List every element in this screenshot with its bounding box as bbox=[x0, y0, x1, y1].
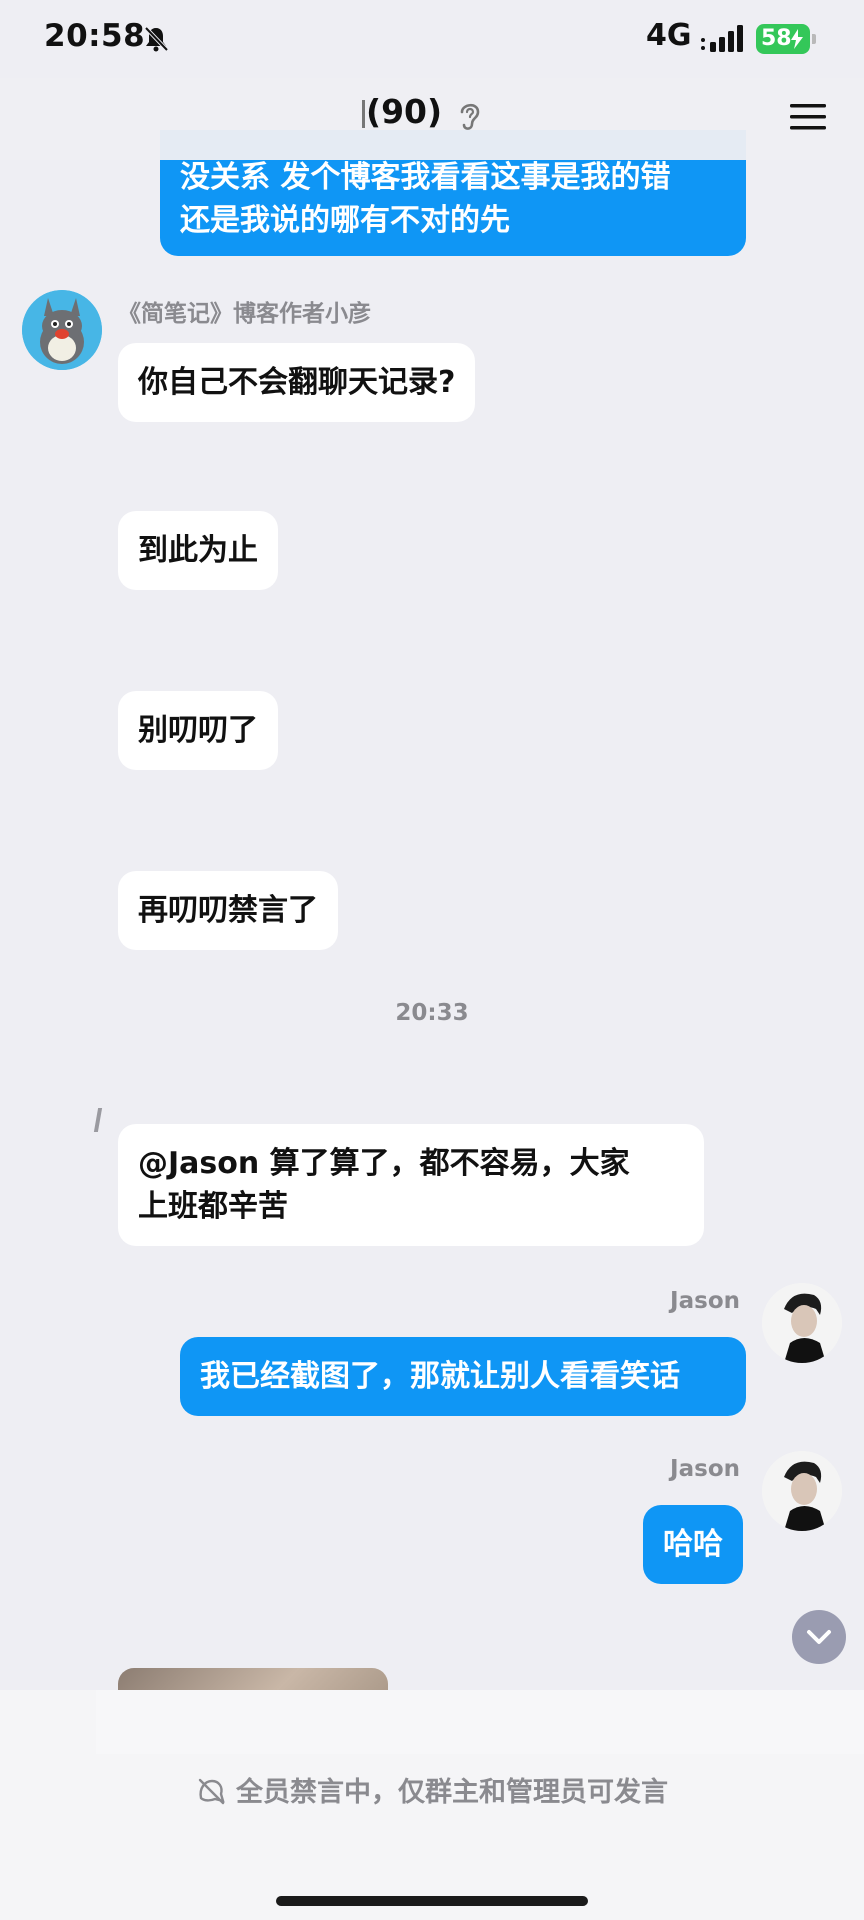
message-list[interactable]: 没关系 发个博客我看看这事是我的错 还是我说的哪有不对的先 《简笔记》博客作者小… bbox=[0, 0, 864, 1920]
title-edge bbox=[362, 100, 365, 128]
message-text: 你自己不会翻聊天记录? bbox=[138, 365, 456, 400]
charging-bolt-icon bbox=[791, 29, 803, 49]
scroll-to-bottom-button[interactable] bbox=[792, 1610, 846, 1664]
avatar[interactable] bbox=[22, 290, 102, 370]
message-text-line: 上班都辛苦 bbox=[138, 1189, 288, 1224]
hamburger-menu-icon[interactable] bbox=[788, 100, 828, 134]
chat-title[interactable]: (90) bbox=[366, 92, 442, 131]
message-text: 我已经截图了，那就让别人看看笑话 bbox=[200, 1359, 680, 1394]
avatar[interactable] bbox=[762, 1451, 842, 1531]
message-text: 哈哈 bbox=[663, 1527, 723, 1562]
home-indicator[interactable] bbox=[276, 1896, 588, 1906]
status-bar: 20:58 4G 58 bbox=[0, 0, 864, 78]
mute-notice-text: 全员禁言中，仅群主和管理员可发言 bbox=[236, 1777, 668, 1808]
message-bubble-incoming[interactable]: 到此为止 bbox=[118, 511, 278, 590]
message-text: 再叨叨禁言了 bbox=[138, 893, 318, 928]
message-text: 到此为止 bbox=[138, 533, 258, 568]
message-bubble-incoming[interactable]: 别叨叨了 bbox=[118, 691, 278, 770]
message-bubble-outgoing[interactable]: 我已经截图了，那就让别人看看笑话 bbox=[180, 1337, 746, 1416]
signal-icon bbox=[701, 25, 743, 52]
status-time: 20:58 bbox=[44, 18, 146, 54]
input-area: 全员禁言中，仅群主和管理员可发言 bbox=[0, 1690, 864, 1920]
battery-indicator: 58 bbox=[756, 24, 816, 54]
mute-icon bbox=[198, 1778, 225, 1805]
mute-notice: 全员禁言中，仅群主和管理员可发言 bbox=[0, 1770, 864, 1809]
battery-level: 58 bbox=[761, 26, 792, 51]
message-bubble-outgoing[interactable]: 哈哈 bbox=[643, 1505, 743, 1584]
message-bubble-incoming[interactable]: 你自己不会翻聊天记录? bbox=[118, 343, 476, 422]
avatar[interactable] bbox=[762, 1283, 842, 1363]
message-bubble-incoming[interactable]: 再叨叨禁言了 bbox=[118, 871, 338, 950]
message-text-line: 没关系 发个博客我看看这事是我的错 bbox=[180, 160, 671, 195]
sender-name: Jason bbox=[670, 1456, 740, 1482]
network-type: 4G bbox=[646, 18, 692, 53]
message-text-line: @Jason 算了算了，都不容易，大家 bbox=[138, 1146, 630, 1181]
message-text-line: 还是我说的哪有不对的先 bbox=[180, 203, 510, 238]
message-bubble-incoming[interactable]: @Jason 算了算了，都不容易，大家 上班都辛苦 bbox=[118, 1124, 704, 1246]
chevron-down-icon bbox=[807, 1630, 831, 1644]
message-text: 别叨叨了 bbox=[138, 713, 258, 748]
edge-mark bbox=[93, 1108, 103, 1132]
chat-header: (90) bbox=[0, 78, 864, 160]
sender-name: Jason bbox=[670, 1288, 740, 1314]
bell-slash-icon bbox=[144, 26, 169, 52]
sender-name: 《简笔记》博客作者小彦 bbox=[118, 301, 371, 327]
footer-bar bbox=[96, 1690, 864, 1754]
timestamp: 20:33 bbox=[395, 1000, 469, 1026]
ear-icon[interactable] bbox=[456, 98, 484, 132]
